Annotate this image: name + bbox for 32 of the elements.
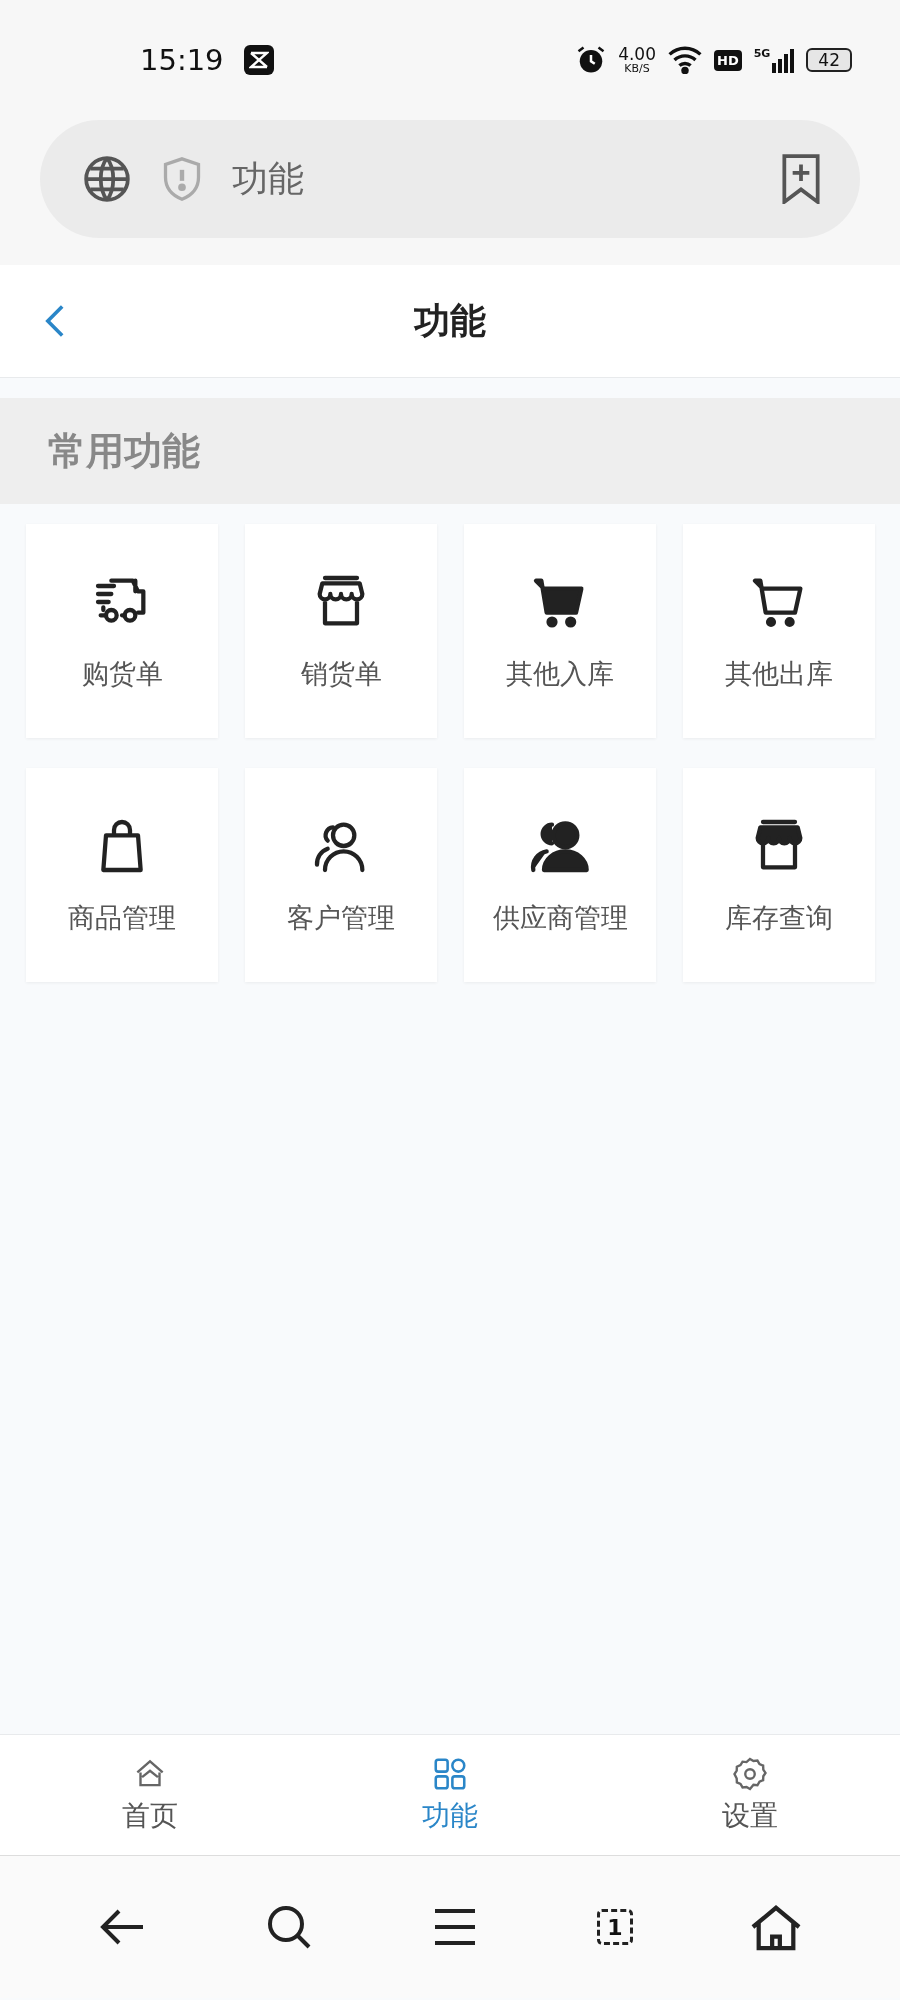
wifi-icon bbox=[668, 46, 702, 74]
app-icon bbox=[244, 45, 274, 75]
page-title: 功能 bbox=[232, 156, 304, 201]
address-bar[interactable]: 功能 bbox=[40, 120, 860, 238]
network-type: 5G bbox=[753, 47, 771, 60]
function-card[interactable]: 供应商管理 bbox=[464, 768, 656, 982]
section-title: 常用功能 bbox=[48, 427, 200, 475]
tab[interactable]: 功能 bbox=[300, 1735, 600, 1855]
tabs-button[interactable]: 1 bbox=[597, 1909, 633, 1945]
tab[interactable]: 首页 bbox=[0, 1735, 300, 1855]
search-button[interactable] bbox=[265, 1903, 313, 1951]
function-card[interactable]: 客户管理 bbox=[245, 768, 437, 982]
alarm-icon bbox=[576, 45, 607, 75]
settings-icon bbox=[731, 1755, 769, 1793]
globe-icon bbox=[82, 154, 132, 204]
function-card[interactable]: 库存查询 bbox=[683, 768, 875, 982]
function-card[interactable]: 其他出库 bbox=[683, 524, 875, 738]
status-time: 15:19 bbox=[140, 43, 225, 77]
network-speed: 4.00 bbox=[618, 46, 656, 63]
function-card[interactable]: 购货单 bbox=[26, 524, 218, 738]
header-title: 功能 bbox=[414, 298, 486, 343]
home-button[interactable] bbox=[751, 1903, 801, 1951]
speed-unit: KB/S bbox=[624, 63, 650, 74]
tab[interactable]: 设置 bbox=[600, 1735, 900, 1855]
signal-icon bbox=[772, 47, 795, 73]
grid-icon bbox=[431, 1755, 469, 1793]
function-card[interactable]: 销货单 bbox=[245, 524, 437, 738]
function-card[interactable]: 商品管理 bbox=[26, 768, 218, 982]
function-card[interactable]: 其他入库 bbox=[464, 524, 656, 738]
hd-icon: HD bbox=[714, 49, 742, 71]
bookmark-add-icon[interactable] bbox=[780, 154, 822, 204]
battery-level: 42 bbox=[806, 48, 852, 72]
